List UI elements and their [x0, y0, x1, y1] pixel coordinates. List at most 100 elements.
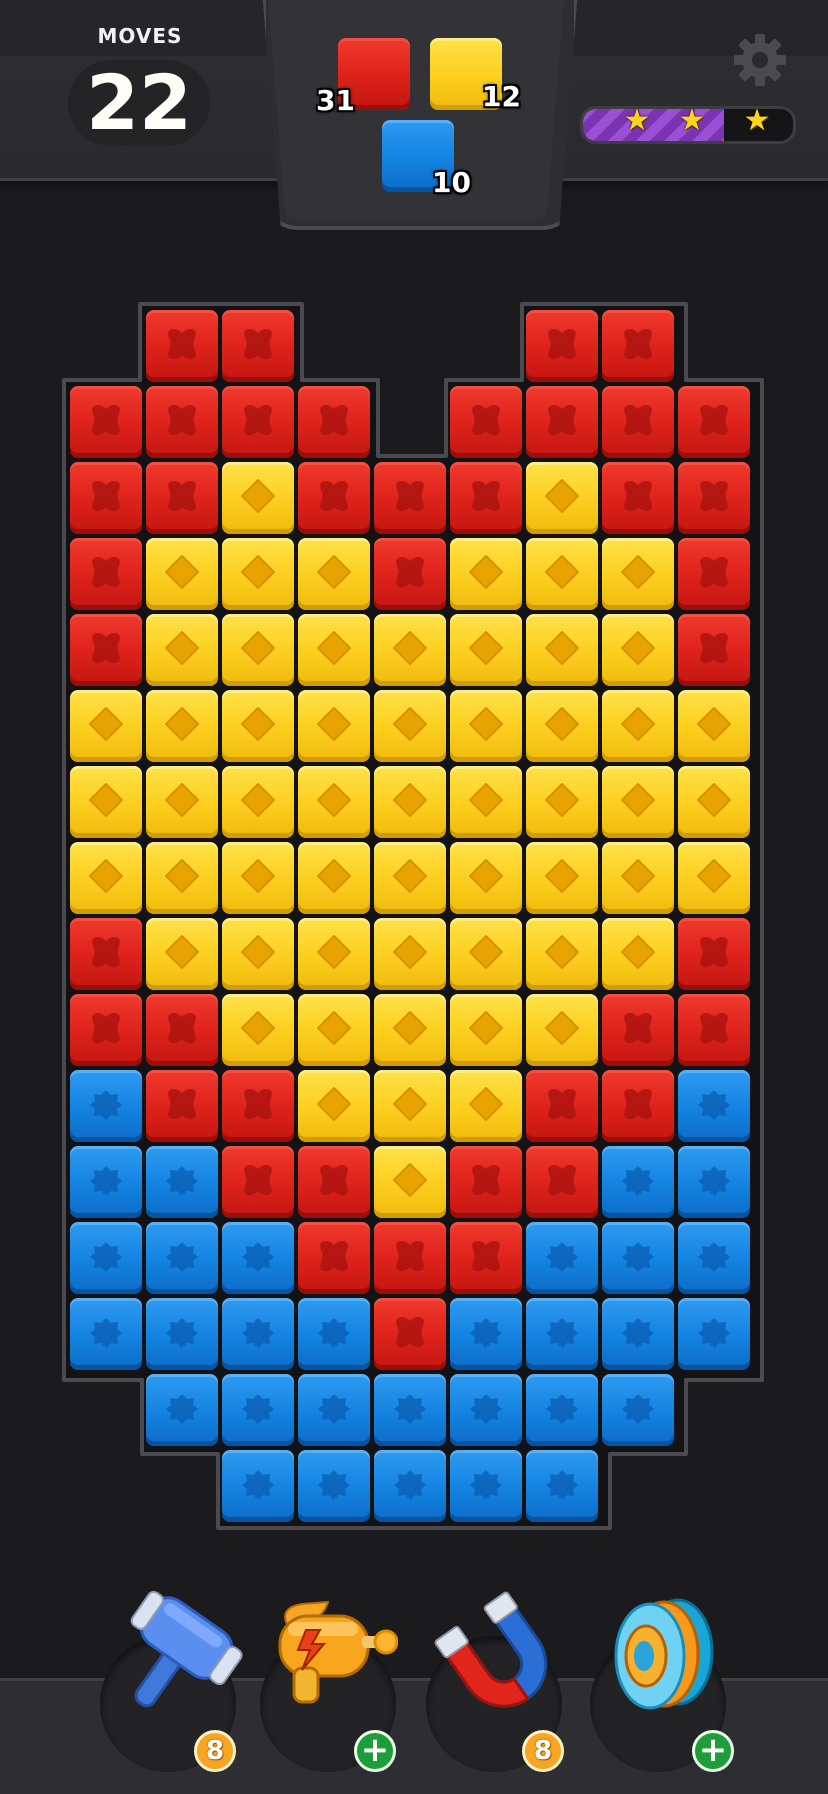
yellow-block[interactable]: [450, 1070, 522, 1142]
yellow-block[interactable]: [298, 766, 370, 838]
blue-block[interactable]: [450, 1450, 522, 1522]
yellow-block[interactable]: [450, 766, 522, 838]
red-block[interactable]: [222, 386, 294, 458]
yellow-block[interactable]: [602, 842, 674, 914]
yellow-block[interactable]: [222, 614, 294, 686]
blue-block[interactable]: [70, 1222, 142, 1294]
red-block[interactable]: [146, 994, 218, 1066]
blue-block[interactable]: [298, 1374, 370, 1446]
yellow-block[interactable]: [374, 994, 446, 1066]
yellow-block[interactable]: [222, 994, 294, 1066]
red-block[interactable]: [678, 614, 750, 686]
blue-block[interactable]: [450, 1298, 522, 1370]
yellow-block[interactable]: [602, 538, 674, 610]
red-block[interactable]: [602, 1070, 674, 1142]
hammer-icon[interactable]: [104, 1586, 244, 1726]
laser-gun-add-badge[interactable]: +: [354, 1730, 396, 1772]
red-block[interactable]: [374, 1222, 446, 1294]
blue-block[interactable]: [298, 1298, 370, 1370]
blue-block[interactable]: [146, 1298, 218, 1370]
yellow-block[interactable]: [678, 690, 750, 762]
red-block[interactable]: [146, 386, 218, 458]
yellow-block[interactable]: [222, 690, 294, 762]
red-block[interactable]: [374, 462, 446, 534]
yellow-block[interactable]: [602, 614, 674, 686]
blue-block[interactable]: [450, 1374, 522, 1446]
yellow-block[interactable]: [678, 842, 750, 914]
red-block[interactable]: [298, 1222, 370, 1294]
yellow-block[interactable]: [146, 918, 218, 990]
yellow-block[interactable]: [602, 690, 674, 762]
red-block[interactable]: [526, 1146, 598, 1218]
yellow-block[interactable]: [526, 462, 598, 534]
yellow-block[interactable]: [526, 614, 598, 686]
yellow-block[interactable]: [146, 766, 218, 838]
red-block[interactable]: [450, 386, 522, 458]
magnet-icon[interactable]: [428, 1586, 568, 1726]
red-block[interactable]: [678, 994, 750, 1066]
spinner-icon[interactable]: [594, 1586, 734, 1726]
blue-block[interactable]: [222, 1222, 294, 1294]
blue-block[interactable]: [70, 1146, 142, 1218]
yellow-block[interactable]: [298, 690, 370, 762]
yellow-block[interactable]: [526, 766, 598, 838]
yellow-block[interactable]: [450, 690, 522, 762]
yellow-block[interactable]: [298, 538, 370, 610]
yellow-block[interactable]: [526, 538, 598, 610]
blue-block[interactable]: [678, 1298, 750, 1370]
yellow-block[interactable]: [602, 918, 674, 990]
red-block[interactable]: [146, 1070, 218, 1142]
red-block[interactable]: [678, 918, 750, 990]
yellow-block[interactable]: [298, 994, 370, 1066]
red-block[interactable]: [678, 386, 750, 458]
spinner-add-badge[interactable]: +: [692, 1730, 734, 1772]
yellow-block[interactable]: [298, 918, 370, 990]
blue-block[interactable]: [146, 1222, 218, 1294]
blue-block[interactable]: [678, 1070, 750, 1142]
yellow-block[interactable]: [298, 842, 370, 914]
red-block[interactable]: [526, 1070, 598, 1142]
yellow-block[interactable]: [222, 462, 294, 534]
blue-block[interactable]: [70, 1070, 142, 1142]
red-block[interactable]: [298, 462, 370, 534]
yellow-block[interactable]: [526, 690, 598, 762]
yellow-block[interactable]: [526, 842, 598, 914]
red-block[interactable]: [678, 462, 750, 534]
yellow-block[interactable]: [298, 1070, 370, 1142]
yellow-block[interactable]: [146, 842, 218, 914]
blue-block[interactable]: [374, 1450, 446, 1522]
yellow-block[interactable]: [374, 1070, 446, 1142]
blue-block[interactable]: [526, 1374, 598, 1446]
yellow-block[interactable]: [222, 918, 294, 990]
red-block[interactable]: [70, 918, 142, 990]
blue-block[interactable]: [298, 1450, 370, 1522]
red-block[interactable]: [298, 386, 370, 458]
yellow-block[interactable]: [146, 690, 218, 762]
yellow-block[interactable]: [450, 538, 522, 610]
red-block[interactable]: [602, 462, 674, 534]
yellow-block[interactable]: [374, 918, 446, 990]
red-block[interactable]: [526, 310, 598, 382]
yellow-block[interactable]: [450, 994, 522, 1066]
red-block[interactable]: [602, 310, 674, 382]
yellow-block[interactable]: [450, 842, 522, 914]
red-block[interactable]: [450, 1146, 522, 1218]
blue-block[interactable]: [602, 1222, 674, 1294]
yellow-block[interactable]: [374, 766, 446, 838]
yellow-block[interactable]: [374, 1146, 446, 1218]
blue-block[interactable]: [70, 1298, 142, 1370]
blue-block[interactable]: [146, 1146, 218, 1218]
blue-block[interactable]: [526, 1222, 598, 1294]
red-block[interactable]: [602, 994, 674, 1066]
red-block[interactable]: [298, 1146, 370, 1218]
red-block[interactable]: [222, 1146, 294, 1218]
blue-block[interactable]: [146, 1374, 218, 1446]
yellow-block[interactable]: [374, 690, 446, 762]
yellow-block[interactable]: [678, 766, 750, 838]
yellow-block[interactable]: [70, 842, 142, 914]
red-block[interactable]: [450, 462, 522, 534]
red-block[interactable]: [526, 386, 598, 458]
blue-block[interactable]: [678, 1146, 750, 1218]
blue-block[interactable]: [678, 1222, 750, 1294]
red-block[interactable]: [70, 994, 142, 1066]
